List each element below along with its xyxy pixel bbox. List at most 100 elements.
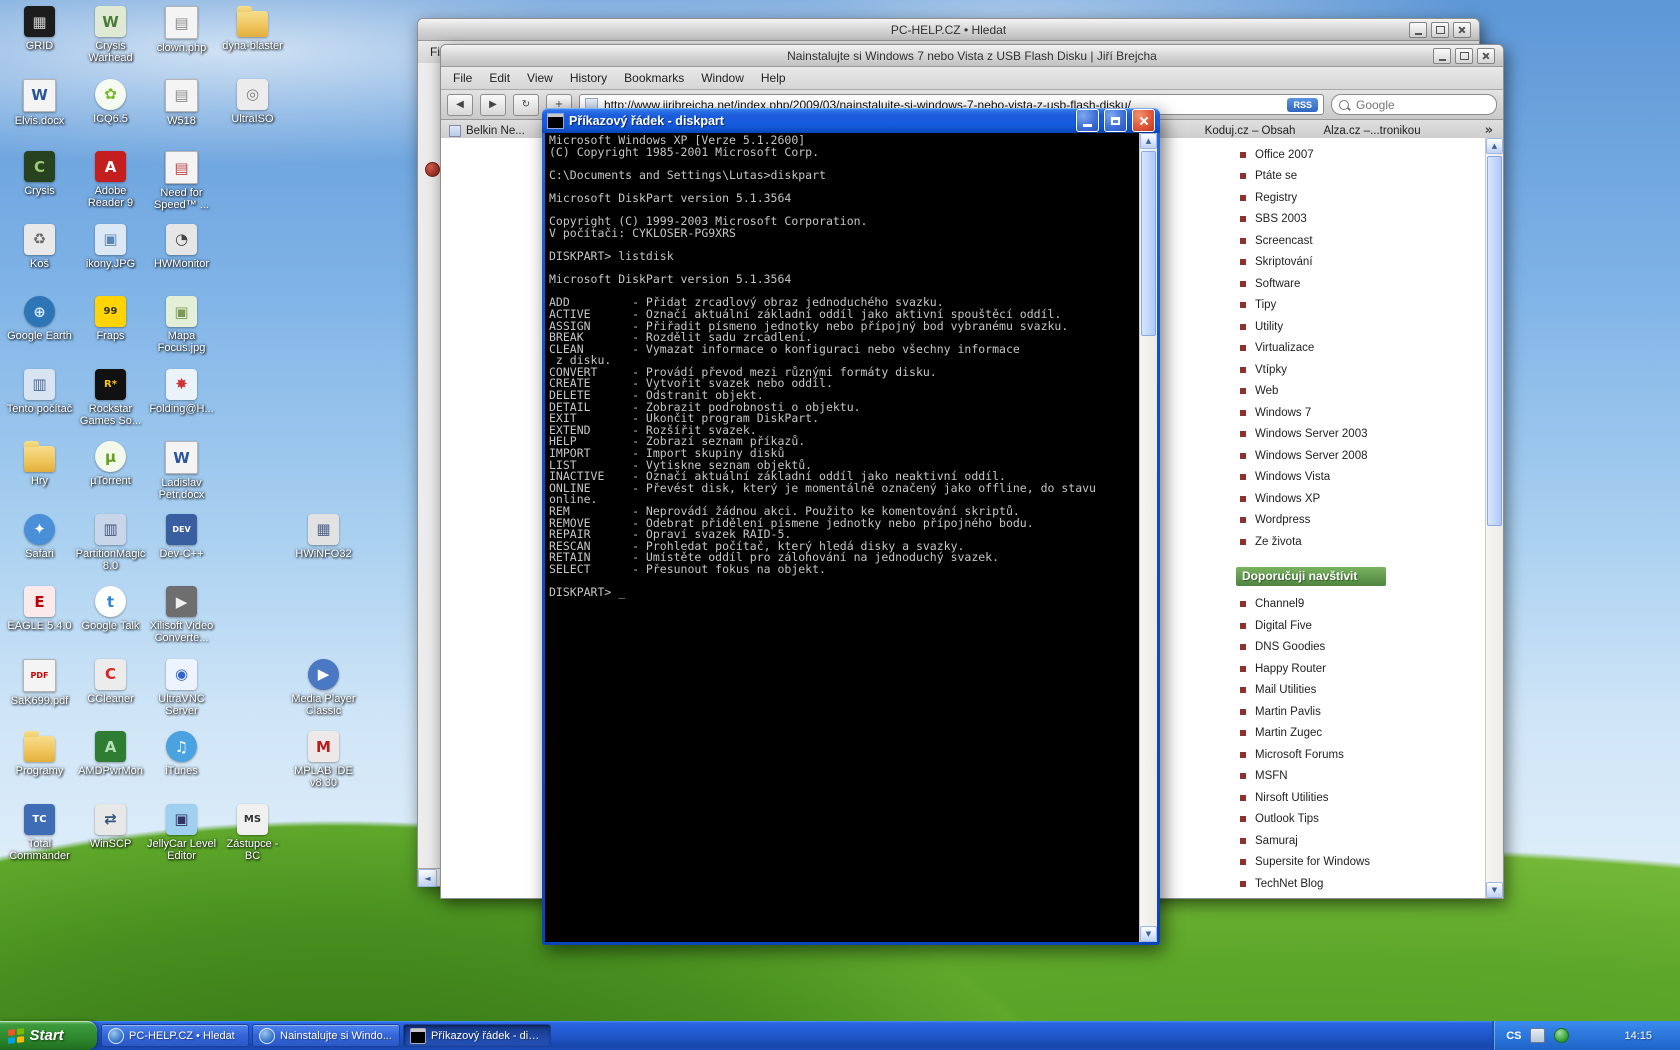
desktop-icon[interactable]: R* Rockstar Games So...	[75, 369, 146, 442]
terminal-scrollbar[interactable]: ▲ ▼	[1139, 133, 1157, 942]
recommend-link[interactable]: Channel9	[1240, 594, 1412, 616]
desktop-icon[interactable]: ▤ clown.php	[146, 6, 217, 79]
recommend-link[interactable]: Mail Utilities	[1240, 680, 1412, 702]
desktop-icon[interactable]: MS Zástupce - BC	[217, 804, 288, 877]
sidebar-category-link[interactable]: Screencast	[1240, 230, 1412, 252]
browser-titlebar[interactable]: Nainstalujte si Windows 7 nebo Vista z U…	[441, 45, 1503, 67]
scrollbar-thumb[interactable]	[1141, 151, 1156, 336]
desktop-icon[interactable]: t Google Talk	[75, 586, 146, 659]
search-input[interactable]	[1354, 97, 1489, 113]
desktop-icon[interactable]: ♻ Koš	[4, 224, 75, 297]
terminal-titlebar[interactable]: Příkazový řádek - diskpart	[542, 108, 1160, 133]
desktop-icon[interactable]: ⊕ Google Earth	[4, 296, 75, 369]
desktop-icon[interactable]: ◉ UltraVNC Server	[146, 659, 217, 732]
menu-item[interactable]: File	[453, 71, 472, 85]
desktop-icon[interactable]: TC Total Commander	[4, 804, 75, 877]
menu-item[interactable]: Window	[701, 71, 744, 85]
desktop-icon[interactable]: ▤ Need for Speed™ ...	[146, 151, 217, 224]
desktop-icon[interactable]: 99 Fraps	[75, 296, 146, 369]
sidebar-category-link[interactable]: SBS 2003	[1240, 209, 1412, 231]
minimize-button[interactable]	[1433, 48, 1451, 64]
menu-item[interactable]: View	[527, 71, 553, 85]
taskbar-task-button[interactable]: Nainstalujte si Windo...	[252, 1024, 400, 1047]
close-button[interactable]	[1477, 48, 1495, 64]
bookmarks-overflow-chevron[interactable]: »	[1485, 123, 1493, 138]
taskbar-task-button[interactable]: Příkazový řádek - disk...	[403, 1024, 551, 1047]
recommend-link[interactable]: Outlook Tips	[1240, 809, 1412, 831]
taskbar-task-button[interactable]: PC-HELP.CZ • Hledat	[101, 1024, 249, 1047]
menu-item[interactable]: History	[570, 71, 607, 85]
desktop-icon[interactable]: ♫ iTunes	[146, 731, 217, 804]
sidebar-category-link[interactable]: Registry	[1240, 187, 1412, 209]
menu-item[interactable]: Bookmarks	[624, 71, 684, 85]
recommend-link[interactable]: Supersite for Windows	[1240, 852, 1412, 874]
sidebar-category-link[interactable]: Web	[1240, 381, 1412, 403]
desktop-icon[interactable]: Hry	[4, 441, 75, 514]
rss-button[interactable]: RSS	[1287, 98, 1318, 112]
desktop-icon[interactable]: ▶ Xilisoft Video Converte...	[146, 586, 217, 659]
start-button[interactable]: Start	[0, 1021, 97, 1050]
desktop-icon[interactable]: ✸ Folding@H...	[146, 369, 217, 442]
sidebar-category-link[interactable]: Windows Server 2003	[1240, 424, 1412, 446]
recommend-link[interactable]: Samuraj	[1240, 830, 1412, 852]
recommend-link[interactable]: MSFN	[1240, 766, 1412, 788]
scroll-down-button[interactable]: ▼	[1486, 882, 1503, 898]
desktop-icon[interactable]: ◔ HWMonitor	[146, 224, 217, 297]
sidebar-category-link[interactable]: Utility	[1240, 316, 1412, 338]
sidebar-category-link[interactable]: Windows Server 2008	[1240, 445, 1412, 467]
recommend-link[interactable]: Digital Five	[1240, 615, 1412, 637]
desktop-icon[interactable]: ✿ ICQ6.5	[75, 79, 146, 152]
sidebar-category-link[interactable]: Windows XP	[1240, 488, 1412, 510]
reload-button[interactable]: ↻	[513, 94, 539, 116]
desktop-icon[interactable]: A Adobe Reader 9	[75, 151, 146, 224]
desktop-icon[interactable]: E EAGLE 5.4.0	[4, 586, 75, 659]
language-indicator[interactable]: CS	[1506, 1030, 1521, 1042]
desktop-icon[interactable]: ▣ JellyCar Level Editor	[146, 804, 217, 877]
menu-item[interactable]: Edit	[489, 71, 510, 85]
desktop-icon[interactable]: ✦ Safari	[4, 514, 75, 587]
close-button[interactable]	[1453, 22, 1471, 38]
scroll-down-button[interactable]: ▼	[1140, 926, 1157, 942]
sidebar-category-link[interactable]: Virtualizace	[1240, 338, 1412, 360]
desktop-icon[interactable]: ▤ W518	[146, 79, 217, 152]
scrollbar-thumb[interactable]	[1487, 156, 1502, 526]
taskbar-clock[interactable]: 14:15	[1624, 1030, 1652, 1042]
desktop-icon[interactable]: ▦ HWiNFO32	[288, 514, 359, 587]
desktop-icon[interactable]: dyna-blaster	[217, 6, 288, 79]
desktop-icon[interactable]: W Elvis.docx	[4, 79, 75, 152]
bookmark-item[interactable]: Alza.cz –...tronikou	[1323, 125, 1420, 137]
recommend-link[interactable]: TechNet Blog	[1240, 873, 1412, 895]
forward-button[interactable]: ▶	[480, 94, 506, 116]
desktop-icon[interactable]: µ µTorrent	[75, 441, 146, 514]
maximize-button[interactable]	[1455, 48, 1473, 64]
back-button[interactable]: ◀	[447, 94, 473, 116]
back-window-titlebar[interactable]: PC-HELP.CZ • Hledat	[418, 19, 1479, 41]
maximize-button[interactable]	[1104, 109, 1127, 132]
sidebar-category-link[interactable]: Vtípky	[1240, 359, 1412, 381]
desktop-icon[interactable]: ▥ Tento počítač	[4, 369, 75, 442]
sidebar-category-link[interactable]: Windows Vista	[1240, 467, 1412, 489]
display-tray-icon[interactable]	[1530, 1028, 1545, 1043]
scroll-up-button[interactable]: ▲	[1140, 133, 1157, 149]
sidebar-category-link[interactable]: Wordpress	[1240, 510, 1412, 532]
sidebar-category-link[interactable]: Software	[1240, 273, 1412, 295]
scroll-up-button[interactable]: ▲	[1486, 138, 1503, 154]
desktop-icon[interactable]: ▶ Media Player Classic	[288, 659, 359, 732]
recommend-link[interactable]: Martin Pavlis	[1240, 701, 1412, 723]
desktop-icon[interactable]: DEV Dev-C++	[146, 514, 217, 587]
sidebar-category-link[interactable]: Ze života	[1240, 531, 1412, 553]
page-scrollbar[interactable]: ▲ ▼	[1485, 138, 1503, 898]
desktop-icon[interactable]: W Crysis Warhead	[75, 6, 146, 79]
maximize-button[interactable]	[1431, 22, 1449, 38]
scroll-left-button[interactable]: ◄	[418, 869, 437, 887]
bookmark-item[interactable]: Koduj.cz – Obsah	[1205, 125, 1296, 137]
sidebar-category-link[interactable]: Skriptování	[1240, 252, 1412, 274]
desktop-icon[interactable]: PDF SaK699.pdf	[4, 659, 75, 732]
menu-item[interactable]: Help	[761, 71, 786, 85]
desktop-icon[interactable]: ▥ PartitionMagic 8.0	[75, 514, 146, 587]
desktop-icon[interactable]: M MPLAB IDE v8.30	[288, 731, 359, 804]
desktop-icon[interactable]: Programy	[4, 731, 75, 804]
sidebar-category-link[interactable]: Windows 7	[1240, 402, 1412, 424]
sidebar-category-link[interactable]: Tipy	[1240, 295, 1412, 317]
sidebar-category-link[interactable]: Office 2007	[1240, 144, 1412, 166]
